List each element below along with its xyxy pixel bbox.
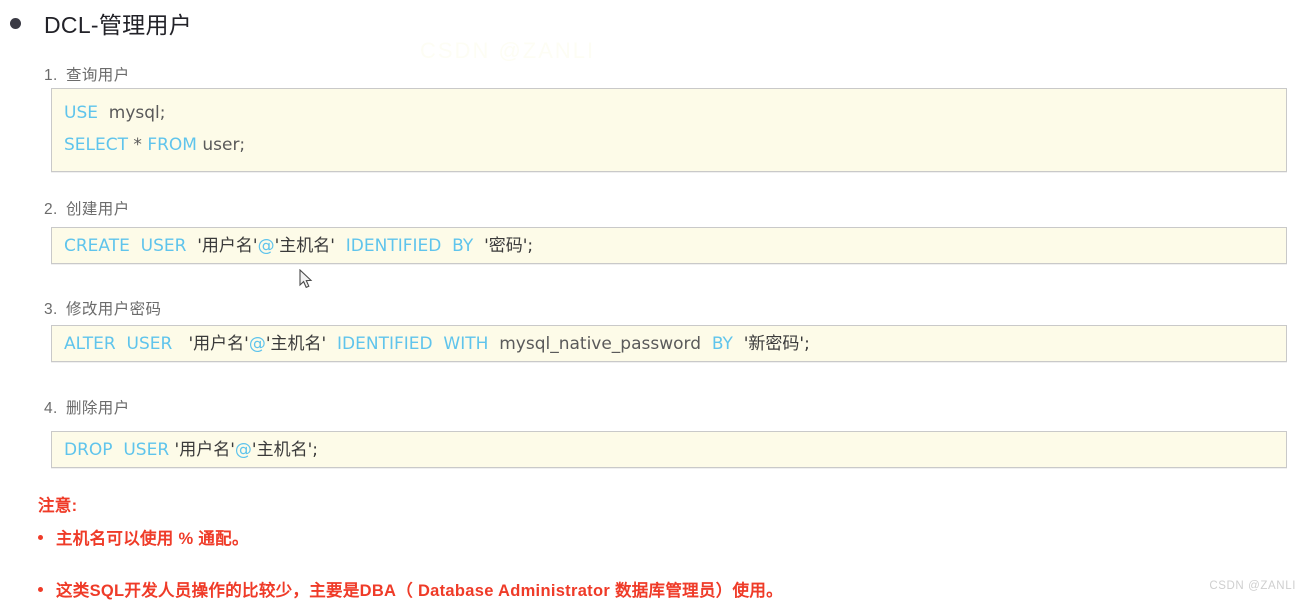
step-number-1: 1. <box>44 67 58 84</box>
code-line: ALTER USER '用户名'@'主机名' IDENTIFIED WITH m… <box>64 328 1286 360</box>
code-token: @ <box>257 236 275 256</box>
code-token: * <box>128 135 148 155</box>
background-watermark: CSDN @ZANLI <box>420 38 596 63</box>
code-token: '用户名' <box>172 334 249 354</box>
code-block-alter-password[interactable]: ALTER USER '用户名'@'主机名' IDENTIFIED WITH m… <box>51 325 1287 362</box>
step-label-3: 3. 修改用户密码 <box>44 297 161 319</box>
code-token: '主机名' <box>274 236 346 256</box>
code-token: DROP USER <box>64 440 170 460</box>
step-title-4: 删除用户 <box>66 400 130 417</box>
code-token: user; <box>196 135 246 155</box>
notes-title: 注意: <box>38 497 78 515</box>
code-token: '密码'; <box>473 236 534 256</box>
note-item: 主机名可以使用 % 通配。 <box>38 525 249 549</box>
note-bullet-icon <box>38 587 43 592</box>
code-token: mysql; <box>97 103 166 123</box>
code-token: '用户名' <box>169 440 235 460</box>
code-token: BY <box>711 334 733 354</box>
csdn-watermark: CSDN @ZANLI <box>1209 580 1296 592</box>
code-token: '用户名' <box>186 236 258 256</box>
code-token: '主机名' <box>265 334 338 354</box>
code-line: CREATE USER '用户名'@'主机名' IDENTIFIED BY '密… <box>64 230 1286 262</box>
code-line: USE mysql; <box>64 97 1286 129</box>
code-token: @ <box>248 334 266 354</box>
code-token: '新密码'; <box>732 334 810 354</box>
notes-section: 注意: 主机名可以使用 % 通配。 这类SQL开发人员操作的比较少，主要是DBA… <box>38 492 783 600</box>
mouse-pointer-icon <box>299 269 313 289</box>
code-line: SELECT * FROM user; <box>64 129 1286 161</box>
code-block-drop-user[interactable]: DROP USER '用户名'@'主机名'; <box>51 431 1287 468</box>
step-number-2: 2. <box>44 201 58 218</box>
code-block-query-user[interactable]: USE mysql; SELECT * FROM user; <box>51 88 1287 172</box>
step-label-2: 2. 创建用户 <box>44 197 130 219</box>
page-title: DCL-管理用户 <box>44 12 193 38</box>
note-text: 主机名可以使用 % 通配。 <box>56 530 249 548</box>
note-bullet-icon <box>38 535 43 540</box>
code-token: USE <box>64 103 98 123</box>
code-token: ALTER USER <box>64 334 173 354</box>
code-block-create-user[interactable]: CREATE USER '用户名'@'主机名' IDENTIFIED BY '密… <box>51 227 1287 264</box>
code-token: SELECT <box>64 135 128 155</box>
note-item: 这类SQL开发人员操作的比较少，主要是DBA（ Database Adminis… <box>38 577 783 601</box>
note-text: 这类SQL开发人员操作的比较少，主要是DBA（ Database Adminis… <box>56 582 783 600</box>
step-label-1: 1. 查询用户 <box>44 63 130 85</box>
code-token: FROM <box>147 135 197 155</box>
code-line: DROP USER '用户名'@'主机名'; <box>64 434 1286 466</box>
code-token: IDENTIFIED WITH <box>337 334 489 354</box>
step-number-3: 3. <box>44 301 58 318</box>
step-label-4: 4. 删除用户 <box>44 396 130 418</box>
step-title-2: 创建用户 <box>66 201 130 218</box>
code-token: '主机名'; <box>251 440 318 460</box>
step-title-3: 修改用户密码 <box>66 301 162 318</box>
slide-title-row: DCL-管理用户 <box>0 6 192 40</box>
step-title-1: 查询用户 <box>66 67 130 84</box>
code-token: CREATE USER <box>64 236 187 256</box>
bullet-circle-icon <box>10 17 21 29</box>
code-token: mysql_native_password <box>488 334 712 354</box>
code-token: @ <box>234 440 252 460</box>
step-number-4: 4. <box>44 400 58 417</box>
code-token: IDENTIFIED BY <box>345 236 474 256</box>
